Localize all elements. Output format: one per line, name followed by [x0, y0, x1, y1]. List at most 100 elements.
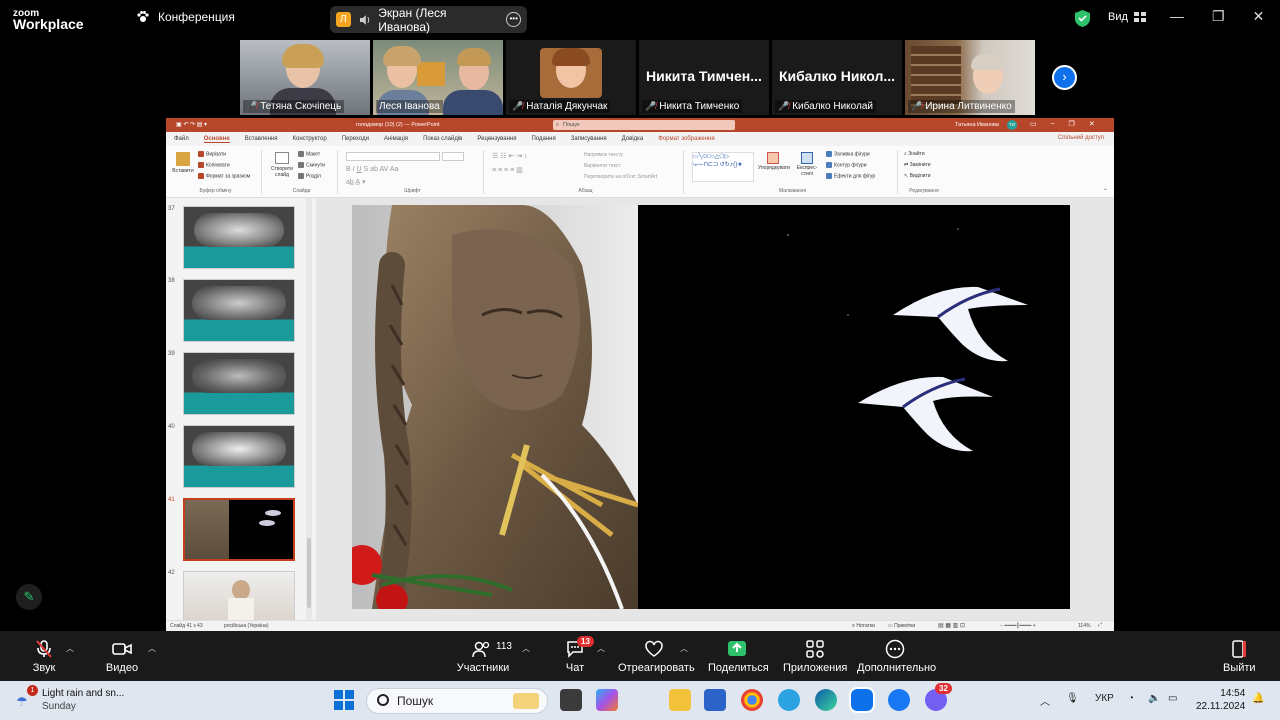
viber-icon[interactable]: 32 [925, 683, 952, 711]
slide-thumbnail[interactable] [183, 206, 295, 269]
font-size-select[interactable] [442, 152, 464, 161]
layout-button[interactable]: Макет [298, 151, 320, 157]
participant-tile[interactable]: 🎤̸ Ирина Литвиненко [905, 40, 1035, 115]
statue-photo[interactable] [352, 205, 639, 609]
new-slide-button[interactable]: Створити слайд [268, 152, 296, 178]
view-mode-buttons[interactable]: ▤ ▦ ▥ ⊡ [938, 622, 965, 629]
participant-tile[interactable]: Кибалко Никол... 🎤̸ Кибалко Николай [772, 40, 902, 115]
close-icon[interactable]: ✕ [1089, 120, 1095, 128]
tray-overflow-icon[interactable]: ︿ [1040, 693, 1050, 708]
edge-icon[interactable] [815, 689, 837, 711]
current-slide[interactable] [352, 205, 1070, 609]
slide-thumbnail[interactable] [183, 571, 295, 620]
copy-button[interactable]: Копіювати [198, 162, 230, 168]
maximize-icon[interactable]: ❐ [1069, 120, 1075, 128]
maximize-icon[interactable]: ❐ [1212, 8, 1225, 25]
tab-transitions[interactable]: Переходи [342, 136, 369, 142]
zoom-level[interactable]: 114% [1078, 623, 1090, 629]
text-direction-button[interactable]: Напрямок тексту [584, 152, 623, 158]
taskbar-search[interactable]: Пошук [366, 688, 548, 714]
font-family-select[interactable] [346, 152, 440, 161]
share-screen-button[interactable]: Поделиться [708, 639, 769, 674]
tab-picture-format[interactable]: Формат зображення [658, 136, 714, 142]
ppt-search-box[interactable]: ⌕ Пошук [553, 120, 735, 130]
volume-icon[interactable]: 🔈 [1148, 693, 1160, 704]
zoom-slider[interactable]: − ━━━━┃━━━━ + [1000, 623, 1036, 629]
tab-slideshow[interactable]: Показ слайдів [423, 136, 462, 142]
keyboard-language[interactable]: УКР [1095, 693, 1114, 704]
facebook-icon[interactable] [888, 689, 910, 711]
zoom-taskbar-icon[interactable] [849, 687, 875, 713]
reset-button[interactable]: Скинути [298, 162, 325, 168]
annotate-pen-button[interactable]: ✎ [16, 584, 42, 610]
conference-info-button[interactable]: Конференция [136, 10, 235, 24]
next-participants-button[interactable]: › [1052, 65, 1077, 90]
weather-widget[interactable]: ☂ 1 Light rain and sn... Sunday [16, 685, 124, 713]
paste-button[interactable]: Вставити [172, 152, 194, 174]
participants-button[interactable]: 113 Участники ︿ [456, 639, 530, 674]
quick-styles-button[interactable]: Експрес-стилі [792, 152, 822, 177]
tab-insert[interactable]: Вставлення [245, 136, 278, 142]
shape-effects-button[interactable]: Ефекти для фігур [826, 173, 875, 179]
windows-start-icon[interactable] [334, 690, 354, 710]
replace-button[interactable]: ⇄ Замінити [904, 162, 931, 168]
participant-tile[interactable]: 🎤̸ Тетяна Скочіпець [240, 40, 370, 115]
chevron-up-icon[interactable]: ︿ [66, 643, 74, 654]
scrollbar-thumb[interactable] [307, 538, 311, 608]
battery-icon[interactable]: ▭ [1168, 693, 1177, 704]
more-button[interactable]: Дополнительно [857, 639, 936, 674]
tab-home[interactable]: Основне [203, 136, 230, 143]
taskbar-clock[interactable]: 14:54 22.11.2024 [1196, 687, 1245, 713]
language-indicator[interactable]: російська (Україна) [224, 623, 269, 629]
chevron-up-icon[interactable]: ︿ [680, 643, 688, 654]
find-button[interactable]: ⌕ Знайти [904, 151, 925, 157]
minimize-icon[interactable]: – [1051, 120, 1055, 128]
tab-view[interactable]: Подання [532, 136, 556, 142]
slide-thumbnail[interactable] [183, 425, 295, 488]
file-explorer-icon[interactable] [669, 689, 691, 711]
notifications-bell-icon[interactable]: 🔔 [1252, 693, 1264, 704]
tab-file[interactable]: Файл [174, 136, 189, 142]
microsoft-store-icon[interactable] [704, 689, 726, 711]
ppt-user-avatar[interactable]: ТИ [1007, 120, 1017, 130]
notes-button[interactable]: ≡ Нотатки [852, 623, 875, 629]
arrange-button[interactable]: Упорядкувати [758, 152, 790, 171]
ribbon-display-icon[interactable]: ▭ [1030, 120, 1037, 128]
thumbnails-scrollbar[interactable] [306, 198, 312, 620]
tab-animations[interactable]: Анімація [384, 136, 408, 142]
fit-slide-icon[interactable]: ⤢ [1098, 622, 1102, 628]
tab-help[interactable]: Довідка [622, 136, 644, 142]
select-button[interactable]: ↖ Виділити [904, 173, 931, 179]
react-button[interactable]: Отреагировать ︿ [618, 639, 695, 674]
audio-button[interactable]: Звук ︿ [28, 639, 74, 674]
font-format-buttons[interactable]: B I U S ab AV Aa [346, 166, 398, 173]
slide-thumbnail[interactable] [183, 352, 295, 415]
copilot-icon[interactable] [596, 689, 618, 711]
shape-outline-button[interactable]: Контур фігури [826, 162, 866, 168]
quick-access-icons[interactable]: ▣ ↶ ↷ ▤ ▾ [176, 121, 207, 128]
font-color-buttons[interactable]: ab̲ A̲ ▾ [346, 178, 365, 186]
tab-design[interactable]: Конструктор [293, 136, 327, 142]
chevron-up-icon[interactable]: ︿ [522, 643, 530, 654]
format-painter-button[interactable]: Формат за зразком [198, 173, 250, 179]
tab-review[interactable]: Рецензування [477, 136, 516, 142]
wifi-icon[interactable]: ◔ [1128, 693, 1134, 704]
chat-button[interactable]: Чат 13 ︿ [565, 636, 605, 674]
screen-share-indicator[interactable]: Л Экран (Леся Иванова) ••• [330, 6, 527, 34]
apps-button[interactable]: Приложения [783, 639, 847, 674]
list-buttons[interactable]: ☰ ☷ ⇤ ⇥ ↕ [492, 152, 528, 160]
telegram-icon[interactable] [778, 689, 800, 711]
participant-tile[interactable]: Никита Тимчен... 🎤̸ Никита Тимченко [639, 40, 769, 115]
slide-thumbnail-selected[interactable] [183, 498, 295, 561]
minimize-icon[interactable]: — [1170, 8, 1184, 25]
cut-button[interactable]: Вирізати [198, 151, 226, 157]
tab-record[interactable]: Записування [571, 136, 607, 142]
chevron-up-icon[interactable]: ︿ [597, 643, 605, 654]
comments-button[interactable]: ▭ Примітки [888, 623, 915, 629]
video-button[interactable]: Видео ︿ [104, 639, 156, 674]
microphone-icon[interactable]: 🎙 [1066, 693, 1079, 704]
align-buttons[interactable]: ≡ ≡ ≡ ≡ ▥ [492, 166, 523, 174]
chrome-icon[interactable] [741, 689, 763, 711]
collapse-ribbon-icon[interactable]: ⌃ [1103, 188, 1108, 195]
shapes-gallery[interactable]: ▭╲⬭□○△⬠▷ ⤷⌐⌐⊓⊏⊐ ↺↻⤴{}★ [692, 152, 754, 182]
